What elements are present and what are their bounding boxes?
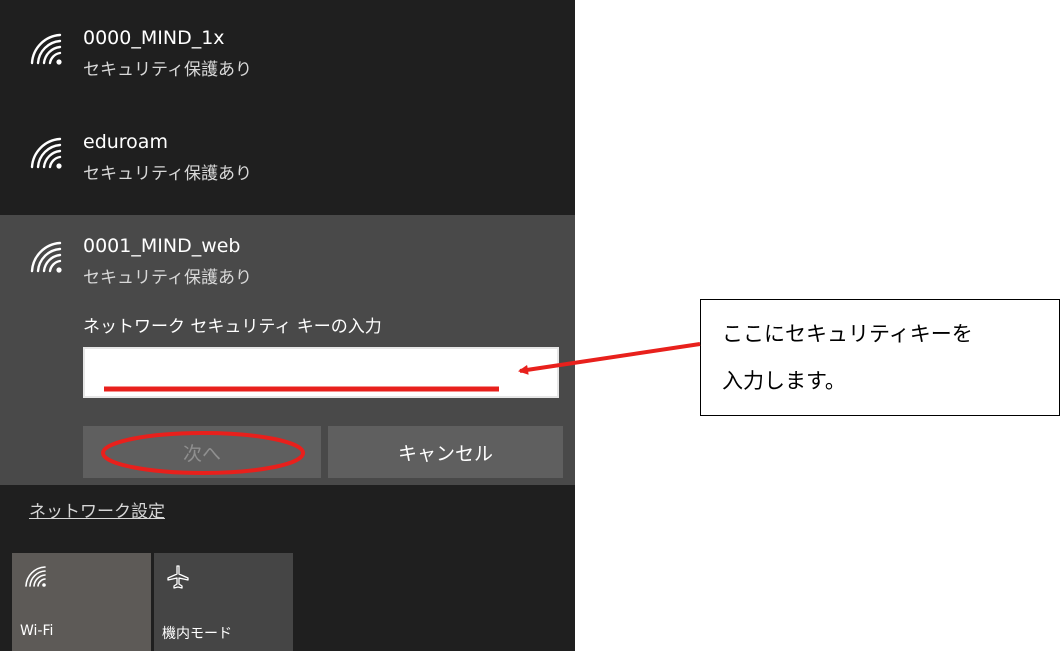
network-flyout: 0000_MIND_1x セキュリティ保護あり eduroam セキュリティ保護… bbox=[0, 0, 575, 651]
next-button[interactable]: 次へ bbox=[83, 426, 321, 478]
security-key-input[interactable] bbox=[83, 347, 559, 398]
wifi-signal-icon bbox=[30, 137, 62, 169]
wifi-tile-label: Wi-Fi bbox=[20, 623, 54, 639]
annotation-text-line-2: 入力します。 bbox=[722, 369, 846, 393]
network-security-status: セキュリティ保護あり bbox=[83, 164, 252, 184]
network-security-status: セキュリティ保護あり bbox=[83, 60, 252, 80]
airplane-tile-label: 機内モード bbox=[162, 626, 232, 642]
wifi-signal-icon bbox=[30, 241, 62, 273]
network-item-selected[interactable]: 0001_MIND_web セキュリティ保護あり ネットワーク セキュリティ キ… bbox=[0, 215, 575, 485]
airplane-mode-tile[interactable]: 機内モード bbox=[154, 553, 293, 651]
network-security-status: セキュリティ保護あり bbox=[83, 268, 252, 288]
annotation-text-line-1: ここにセキュリティキーを bbox=[722, 322, 973, 346]
network-item[interactable]: 0000_MIND_1x セキュリティ保護あり bbox=[0, 7, 575, 111]
network-ssid: eduroam bbox=[83, 131, 168, 153]
airplane-icon bbox=[167, 565, 189, 589]
network-ssid: 0000_MIND_1x bbox=[83, 27, 225, 49]
wifi-signal-icon bbox=[30, 33, 62, 65]
cancel-button[interactable]: キャンセル bbox=[328, 426, 563, 478]
network-ssid: 0001_MIND_web bbox=[83, 235, 241, 257]
annotation-callout-box: ここにセキュリティキーを 入力します。 bbox=[700, 299, 1060, 416]
wifi-icon bbox=[25, 566, 46, 587]
network-item[interactable]: eduroam セキュリティ保護あり bbox=[0, 111, 575, 215]
wifi-toggle-tile[interactable]: Wi-Fi bbox=[12, 553, 151, 651]
security-key-label: ネットワーク セキュリティ キーの入力 bbox=[83, 317, 382, 337]
network-settings-link[interactable]: ネットワーク設定 bbox=[29, 497, 165, 522]
